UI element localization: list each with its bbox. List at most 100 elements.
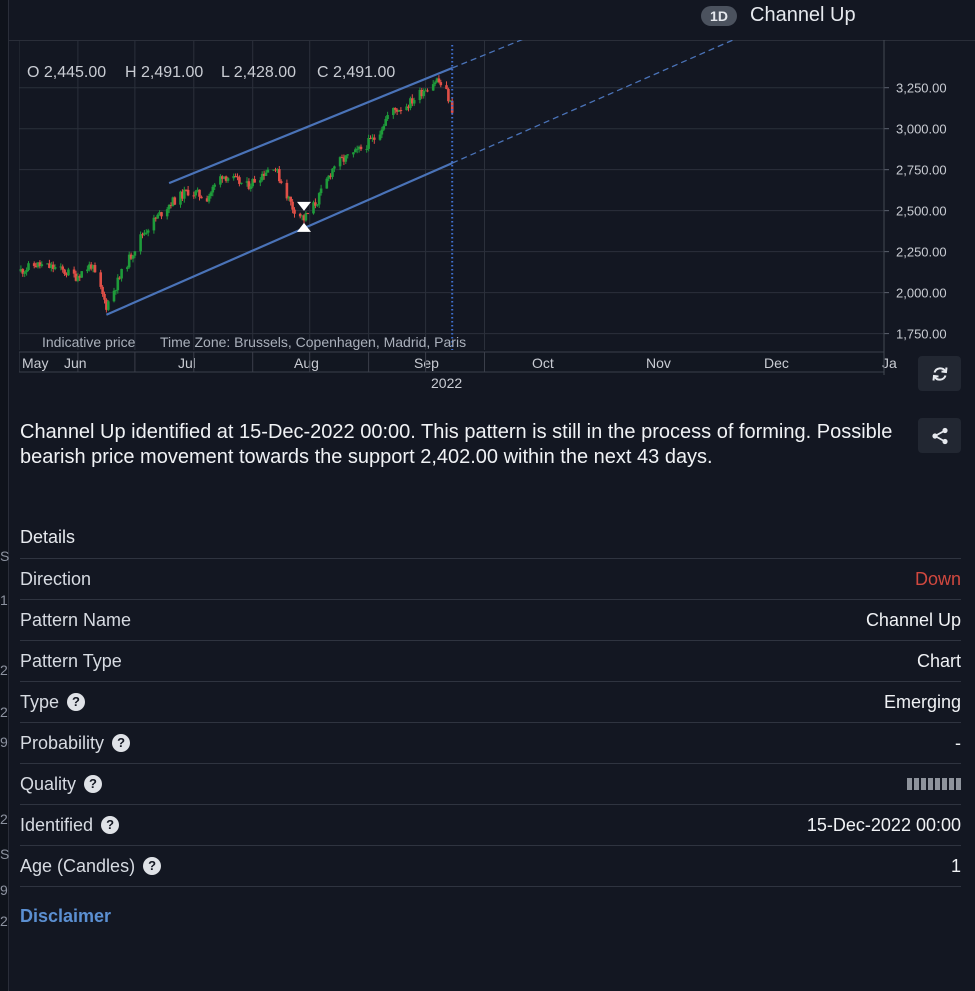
pattern-name-label: Pattern Name (20, 609, 132, 630)
price-chart[interactable]: Indicative price Time Zone: Brussels, Co… (18, 0, 974, 395)
quality-bar (956, 778, 961, 790)
candle-up (352, 152, 355, 155)
candle-up (266, 169, 270, 173)
candle-up (145, 232, 148, 234)
candle-up (344, 155, 348, 162)
share-icon (931, 427, 948, 444)
candle-up (304, 213, 308, 221)
y-tick-label: 2,000.00 (896, 286, 947, 301)
quality-bar (921, 778, 926, 790)
details-title: Details (20, 518, 961, 559)
candle-up (107, 301, 110, 310)
quality-meter (907, 778, 961, 790)
details-table: Details Direction Down Pattern Name Chan… (20, 518, 961, 887)
refresh-button[interactable] (918, 356, 961, 391)
x-tick-label: Sep (414, 355, 439, 371)
detail-row-direction: Direction Down (20, 559, 961, 600)
timeframe-badge: 1D (701, 6, 737, 26)
share-button[interactable] (918, 418, 961, 453)
pattern-description: Channel Up identified at 15-Dec-2022 00:… (20, 421, 893, 468)
candle-down (173, 197, 177, 205)
candle-down (160, 212, 163, 217)
left-edge-char: 2 (0, 704, 8, 720)
candle-up (207, 195, 211, 202)
left-edge-char: S (0, 548, 10, 564)
candle-down (285, 182, 289, 199)
candle-down (72, 269, 76, 274)
channel-upper-line-projection (451, 0, 622, 69)
candle-down (399, 109, 403, 111)
candle-up (165, 209, 169, 217)
candle-down (450, 100, 454, 113)
identified-label: Identified (20, 814, 94, 835)
candle-up (146, 230, 150, 233)
direction-label: Direction (20, 568, 92, 589)
help-icon[interactable]: ? (84, 775, 103, 793)
help-icon[interactable]: ? (101, 816, 120, 834)
candle-up (23, 272, 26, 274)
candle-up (213, 184, 216, 187)
quality-bar (914, 778, 919, 790)
candle-up (86, 269, 89, 272)
x-tick-label: Jul (178, 355, 196, 371)
candle-up (27, 263, 30, 270)
detail-row-type: Type? Emerging (20, 682, 961, 723)
age-value: 1 (950, 855, 961, 876)
x-tick-label: May (22, 355, 48, 371)
quality-bar (928, 778, 933, 790)
candle-up (264, 172, 268, 176)
detail-label: Probability? (20, 732, 131, 754)
candle-up (431, 84, 435, 91)
candle-down (393, 108, 397, 110)
candle-up (183, 189, 186, 199)
candle-up (355, 148, 359, 150)
left-edge-char: 9 (0, 882, 8, 898)
quality-bar (949, 778, 954, 790)
age-label: Age (Candles) (20, 855, 136, 876)
pattern-marker-bottom (297, 222, 311, 232)
candle-up (139, 234, 142, 252)
help-icon[interactable]: ? (67, 693, 86, 711)
refresh-icon (932, 366, 947, 381)
candle-up (319, 188, 323, 194)
detail-label: Quality? (20, 773, 103, 795)
left-edge-char: 2 (0, 662, 8, 678)
detail-label: Age (Candles)? (20, 855, 162, 877)
channel-lower-line (105, 162, 453, 316)
candle-up (194, 191, 197, 196)
left-edge-char: 2 (0, 811, 8, 827)
help-icon[interactable]: ? (112, 734, 131, 752)
candle-up (422, 91, 425, 97)
candle-up (240, 182, 243, 184)
ohlc-high: H 2,491.00 (125, 64, 203, 81)
disclaimer-link[interactable]: Disclaimer (20, 906, 111, 927)
help-icon[interactable]: ? (143, 857, 162, 875)
candle-down (306, 213, 310, 215)
chart-svg[interactable]: Indicative price Time Zone: Brussels, Co… (18, 0, 974, 395)
y-tick-label: 3,000.00 (896, 122, 947, 137)
candle-down (289, 196, 292, 202)
probability-value: - (955, 732, 961, 753)
left-edge-char: 9 (0, 734, 8, 750)
candle-down (93, 265, 97, 273)
candle-up (316, 204, 319, 206)
quality-label: Quality (20, 773, 77, 794)
pattern-marker-top (297, 201, 311, 211)
channel-lines (105, 0, 826, 350)
candle-down (186, 189, 190, 196)
candle-up (226, 178, 230, 181)
quality-bar (942, 778, 947, 790)
candle-down (445, 85, 448, 89)
candle-down (447, 88, 450, 102)
candle-up (338, 157, 342, 167)
candle-up (331, 168, 334, 177)
candle-up (112, 290, 116, 302)
left-edge-char: S (0, 846, 10, 862)
candle-up (378, 134, 382, 140)
pattern-header: 1D Channel Up (8, 0, 975, 41)
candle-up (259, 180, 262, 183)
ohlc-open: O 2,445.00 (27, 64, 106, 81)
candle-up (131, 255, 135, 259)
candle-down (426, 90, 429, 92)
probability-label: Probability (20, 732, 105, 753)
